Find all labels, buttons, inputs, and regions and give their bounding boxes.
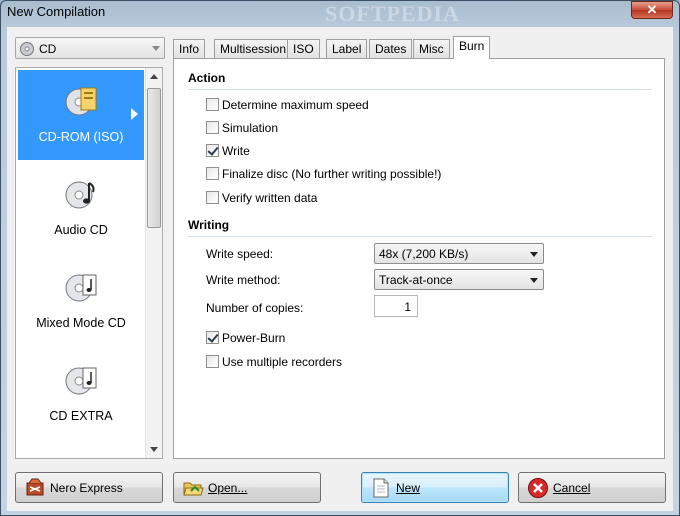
tab-dates[interactable]: Dates: [369, 39, 413, 58]
nero-express-icon: [26, 478, 44, 496]
cd-extra-icon: [65, 367, 97, 395]
checkbox-box[interactable]: [206, 167, 219, 180]
new-document-icon: [373, 478, 389, 498]
checkbox-box-checked[interactable]: [206, 144, 219, 157]
scroll-down-icon[interactable]: [150, 447, 158, 452]
checkbox-box-checked[interactable]: [206, 331, 219, 344]
writing-section-header: Writing: [188, 218, 230, 232]
tab-info[interactable]: Info: [173, 39, 206, 58]
new-compilation-window: New Compilation SOFTPEDIA ✕ CD CD-ROM (I…: [0, 0, 680, 516]
disc-icon: [20, 42, 34, 56]
list-item-audio-cd[interactable]: Audio CD: [18, 163, 144, 253]
button-label: Cancel: [553, 481, 591, 495]
copies-value: 1: [404, 300, 411, 314]
title-bar[interactable]: New Compilation SOFTPEDIA ✕: [1, 1, 679, 26]
tab-burn[interactable]: Burn: [453, 36, 491, 59]
list-item-label: Audio CD: [54, 223, 108, 237]
close-button[interactable]: ✕: [631, 1, 673, 19]
chevron-down-icon: [530, 252, 538, 257]
list-item-cd-extra[interactable]: CD EXTRA: [18, 349, 144, 439]
tab-iso[interactable]: ISO: [287, 39, 320, 58]
open-folder-icon: [183, 482, 204, 496]
write-speed-label: Write speed:: [206, 247, 274, 261]
new-button[interactable]: New: [361, 472, 509, 503]
list-item-label: Mixed Mode CD: [36, 316, 126, 330]
list-item-cd-rom-iso[interactable]: CD-ROM (ISO): [18, 70, 144, 160]
cancel-icon: [528, 478, 548, 498]
window-title: New Compilation: [7, 4, 106, 19]
divider: [188, 236, 652, 237]
button-label: New: [396, 481, 421, 495]
copies-input[interactable]: 1: [374, 295, 418, 317]
scroll-thumb[interactable]: [147, 88, 161, 228]
watermark: SOFTPEDIA: [325, 1, 460, 26]
divider: [188, 89, 652, 90]
write-speed-value: 48x (7,200 KB/s): [379, 247, 469, 261]
compilation-type-list[interactable]: CD-ROM (ISO) Audio CD Mixed Mode CD CD E…: [15, 67, 163, 459]
cd-rom-data-icon: [65, 87, 97, 116]
tab-label[interactable]: Label: [326, 39, 368, 58]
button-label: Open...: [208, 481, 248, 495]
copies-label: Number of copies:: [206, 301, 304, 315]
chevron-right-icon: [131, 108, 138, 120]
write-speed-dropdown[interactable]: 48x (7,200 KB/s): [374, 243, 544, 264]
scroll-up-icon[interactable]: [150, 74, 158, 79]
list-item-label: CD-ROM (ISO): [38, 130, 124, 144]
audio-cd-icon: [65, 181, 95, 209]
checkbox-box[interactable]: [206, 121, 219, 134]
dialog-client: CD CD-ROM (ISO) Audio CD Mixed Mode CD C…: [7, 27, 673, 511]
tab-misc[interactable]: Misc: [413, 39, 450, 58]
chevron-down-icon: [530, 278, 538, 283]
media-type-value: CD: [39, 42, 57, 56]
checkbox-label: Determine maximum speed: [222, 98, 369, 112]
media-type-dropdown[interactable]: CD: [15, 37, 165, 59]
open-button[interactable]: Open...: [173, 472, 321, 503]
cancel-button[interactable]: Cancel: [518, 472, 666, 503]
checkbox-label: Finalize disc (No further writing possib…: [222, 167, 442, 181]
write-method-dropdown[interactable]: Track-at-once: [374, 269, 544, 290]
write-method-value: Track-at-once: [379, 273, 453, 287]
mixed-mode-cd-icon: [65, 274, 97, 302]
burn-tab-panel: Action Determine maximum speed Simulatio…: [173, 58, 665, 459]
checkbox-label: Verify written data: [222, 191, 318, 205]
checkbox-label: Power-Burn: [222, 331, 286, 345]
action-section-header: Action: [188, 71, 226, 85]
list-scrollbar[interactable]: [145, 68, 162, 458]
close-icon: ✕: [646, 2, 658, 17]
checkbox-label: Write: [222, 144, 250, 158]
checkbox-box[interactable]: [206, 355, 219, 368]
checkbox-label: Simulation: [222, 121, 279, 135]
button-label: Nero Express: [50, 481, 123, 495]
write-method-label: Write method:: [206, 273, 281, 287]
checkbox-label: Use multiple recorders: [222, 355, 343, 369]
checkbox-box[interactable]: [206, 191, 219, 204]
list-item-mixed-mode-cd[interactable]: Mixed Mode CD: [18, 256, 144, 346]
nero-express-button[interactable]: Nero Express: [15, 472, 163, 503]
tab-multisession[interactable]: Multisession: [214, 39, 293, 58]
list-item-label: CD EXTRA: [49, 409, 113, 423]
checkbox-box[interactable]: [206, 98, 219, 111]
chevron-down-icon: [152, 46, 160, 51]
